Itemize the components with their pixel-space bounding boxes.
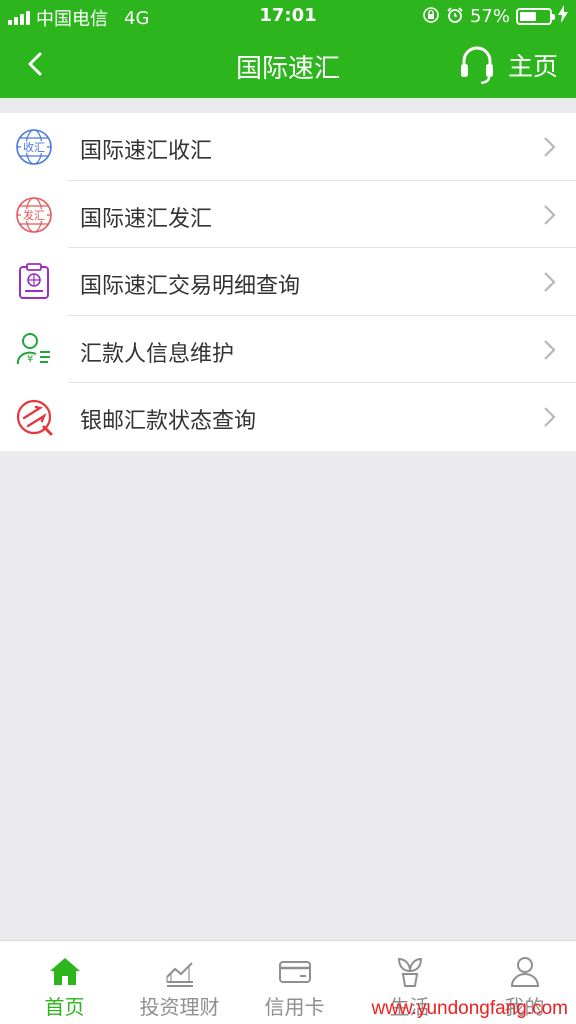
menu-item-receive[interactable]: 收汇 国际速汇收汇: [0, 113, 576, 181]
menu-item-send[interactable]: 发汇 国际速汇发汇: [0, 181, 576, 248]
home-icon: [50, 958, 80, 985]
send-remittance-icon: 发汇: [16, 196, 52, 233]
alarm-icon: [446, 6, 464, 28]
chevron-right-icon: [544, 272, 556, 292]
status-bar: 中国电信 4G 17:01 57%: [0, 0, 576, 32]
remitter-info-icon: ¥: [16, 332, 50, 365]
tab-investment[interactable]: 投资理财: [122, 941, 237, 1024]
chevron-right-icon: [544, 339, 556, 360]
battery-icon: [516, 8, 555, 25]
menu-label: 国际速汇收汇: [80, 139, 213, 164]
tab-label: 首页: [44, 995, 85, 1019]
home-label: 主页: [507, 52, 558, 81]
sprout-icon: [397, 957, 423, 987]
battery-percent: 57%: [469, 6, 510, 27]
charging-icon: [558, 5, 568, 28]
menu-item-transaction-details[interactable]: 国际速汇交易明细查询: [0, 248, 576, 316]
menu-item-remittance-status[interactable]: 银邮汇款状态查询: [0, 383, 576, 451]
headset-icon: [460, 46, 493, 85]
tab-home[interactable]: 首页: [7, 941, 122, 1024]
menu-label: 银邮汇款状态查询: [80, 409, 257, 434]
rotation-lock-icon: [422, 6, 440, 28]
home-button[interactable]: 主页: [460, 42, 558, 88]
svg-text:收汇: 收汇: [23, 140, 45, 154]
navigation-bar: 国际速汇 主页: [0, 32, 576, 98]
menu-label: 国际速汇发汇: [80, 206, 213, 232]
tab-label: 投资理财: [139, 995, 220, 1019]
tab-credit-card[interactable]: 信用卡: [237, 941, 352, 1024]
chevron-right-icon: [544, 407, 556, 427]
receive-remittance-icon: 收汇: [16, 129, 52, 165]
svg-text:¥: ¥: [27, 354, 33, 365]
status-right: 57%: [422, 5, 568, 28]
investment-chart-icon: [166, 962, 193, 987]
chevron-left-icon: [28, 52, 42, 76]
remittance-status-icon: [16, 399, 53, 436]
menu-label: 国际速汇交易明细查询: [80, 274, 301, 299]
chevron-right-icon: [544, 204, 556, 225]
tab-label: 信用卡: [264, 995, 325, 1019]
credit-card-icon: [279, 961, 311, 983]
user-icon: [510, 957, 540, 987]
menu-label: 汇款人信息维护: [80, 341, 235, 367]
top-bar: 中国电信 4G 17:01 57% 国际速汇 主页: [0, 0, 576, 98]
chevron-right-icon: [544, 137, 556, 157]
remittance-menu: 收汇 国际速汇收汇 发汇 国际速汇发汇 国际速汇交易明细查询 ¥ 汇款人信息维护…: [0, 113, 576, 451]
transaction-detail-icon: [19, 263, 49, 299]
watermark-text: www.yundongfang.com: [371, 998, 568, 1019]
back-button[interactable]: [18, 46, 54, 82]
menu-item-remitter-info[interactable]: ¥ 汇款人信息维护: [0, 316, 576, 383]
svg-text:发汇: 发汇: [23, 208, 45, 222]
